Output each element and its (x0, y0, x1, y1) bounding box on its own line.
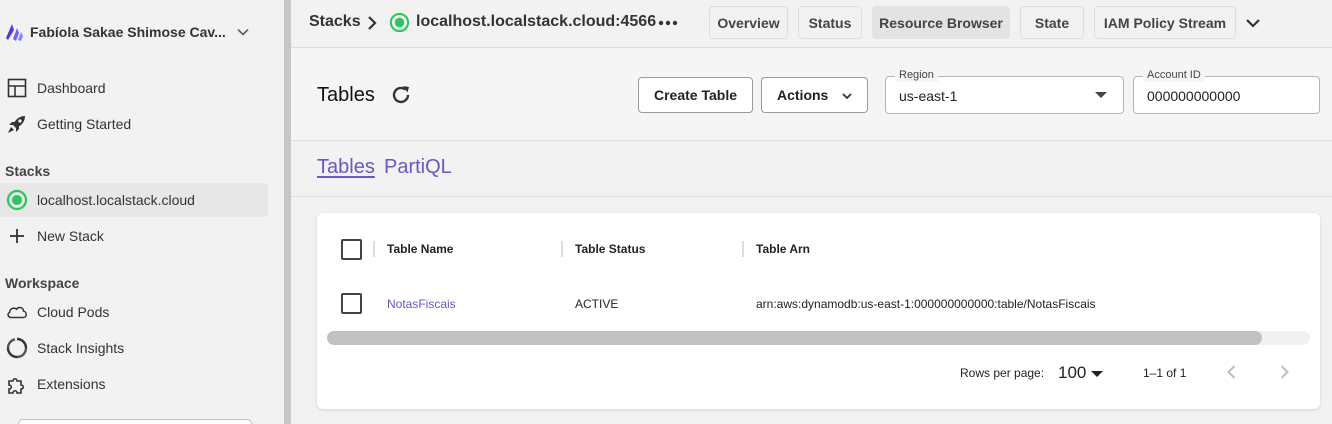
sidebar-bottom-control[interactable] (18, 419, 252, 424)
column-separator (561, 241, 563, 257)
chevron-down-icon[interactable] (1244, 14, 1262, 32)
sidebar-item-extensions[interactable]: Extensions (0, 367, 268, 401)
sidebar-item-getting-started[interactable]: Getting Started (0, 107, 268, 141)
column-header-table-status[interactable]: Table Status (575, 242, 645, 256)
localstack-logo-icon (6, 24, 23, 41)
row-checkbox[interactable] (341, 293, 362, 314)
puzzle-icon (6, 373, 28, 395)
sidebar-item-label: Stack Insights (37, 340, 125, 356)
sidebar-item-label: Getting Started (37, 116, 132, 132)
actions-button[interactable]: Actions (761, 77, 868, 113)
column-header-table-name[interactable]: Table Name (387, 242, 453, 256)
chevron-left-icon[interactable] (1223, 363, 1241, 381)
caret-down-icon (1095, 92, 1107, 98)
account-id-label: Account ID (1143, 68, 1205, 82)
sidebar: Fabíola Sakae Shimose Cav... Dashboard G… (0, 0, 284, 424)
column-separator (373, 241, 375, 257)
rows-per-page-select[interactable]: 100 (1058, 363, 1086, 383)
subtab-tables[interactable]: Tables (317, 156, 375, 179)
account-id-value: 000000000000 (1147, 88, 1241, 104)
tab-overview[interactable]: Overview (709, 6, 788, 39)
sidebar-item-new-stack[interactable]: New Stack (0, 219, 268, 253)
top-bar: Stacks localhost.localstack.cloud:4566 O… (291, 0, 1332, 48)
actions-button-label: Actions (777, 87, 829, 103)
refresh-icon[interactable] (389, 83, 413, 107)
sub-tabs: Tables PartiQL (291, 141, 1332, 197)
workspace-heading: Workspace (5, 275, 80, 291)
column-header-table-arn[interactable]: Table Arn (756, 242, 810, 256)
caret-down-icon[interactable] (1091, 371, 1103, 377)
chevron-right-icon (368, 16, 377, 30)
org-name: Fabíola Sakae Shimose Cav... (30, 24, 226, 40)
sidebar-item-label: New Stack (37, 228, 104, 244)
table-name-link[interactable]: NotasFiscais (387, 297, 456, 311)
org-switcher[interactable]: Fabíola Sakae Shimose Cav... (4, 20, 250, 44)
table-arn-cell: arn:aws:dynamodb:us-east-1:000000000000:… (756, 297, 1096, 311)
sidebar-resize-handle[interactable] (284, 0, 291, 424)
sidebar-item-label: Dashboard (37, 80, 106, 96)
chevron-down-icon (842, 93, 852, 100)
rows-per-page-label: Rows per page: (960, 366, 1045, 380)
insights-icon (6, 337, 28, 359)
account-id-field[interactable]: Account ID 000000000000 (1133, 68, 1320, 114)
tab-state[interactable]: State (1020, 6, 1084, 39)
region-label: Region (895, 68, 938, 82)
sidebar-item-label: Extensions (37, 376, 106, 392)
sidebar-item-stack-insights[interactable]: Stack Insights (0, 331, 268, 365)
table-status-cell: ACTIVE (575, 297, 619, 311)
horizontal-scrollbar[interactable] (327, 331, 1310, 345)
sidebar-item-dashboard[interactable]: Dashboard (0, 71, 268, 105)
create-table-button[interactable]: Create Table (638, 77, 753, 113)
tab-status[interactable]: Status (798, 6, 862, 39)
chevron-right-icon[interactable] (1275, 363, 1293, 381)
sidebar-item-cloud-pods[interactable]: Cloud Pods (0, 295, 268, 329)
breadcrumb-stacks[interactable]: Stacks (309, 13, 361, 31)
plus-icon (6, 225, 28, 247)
status-running-icon (389, 12, 410, 33)
breadcrumb-stack-host[interactable]: localhost.localstack.cloud:4566 (416, 13, 656, 31)
tab-resource-browser[interactable]: Resource Browser (872, 6, 1010, 39)
pagination-info: 1–1 of 1 (1143, 366, 1187, 380)
select-all-checkbox[interactable] (341, 239, 362, 260)
cloud-icon (6, 301, 28, 323)
rocket-icon (6, 113, 28, 135)
more-horizontal-icon[interactable] (657, 14, 679, 32)
sidebar-item-localhost-stack[interactable]: localhost.localstack.cloud (0, 183, 268, 217)
dashboard-icon (6, 77, 28, 99)
region-value: us-east-1 (899, 88, 958, 104)
tables-card: Table Name Table Status Table Arn NotasF… (317, 213, 1320, 409)
sidebar-item-label: Cloud Pods (37, 304, 110, 320)
column-separator (742, 241, 744, 257)
sidebar-item-label: localhost.localstack.cloud (37, 192, 195, 208)
tab-iam-policy-stream[interactable]: IAM Policy Stream (1094, 6, 1236, 39)
scrollbar-thumb[interactable] (327, 331, 1262, 345)
page-header: Tables Create Table Actions Region us-ea… (291, 49, 1332, 141)
region-select[interactable]: Region us-east-1 (885, 68, 1124, 114)
chevron-down-icon (237, 28, 249, 36)
page-title: Tables (317, 84, 375, 106)
status-running-icon (6, 189, 28, 211)
subtab-partiql[interactable]: PartiQL (384, 156, 452, 179)
stacks-heading: Stacks (5, 163, 51, 179)
